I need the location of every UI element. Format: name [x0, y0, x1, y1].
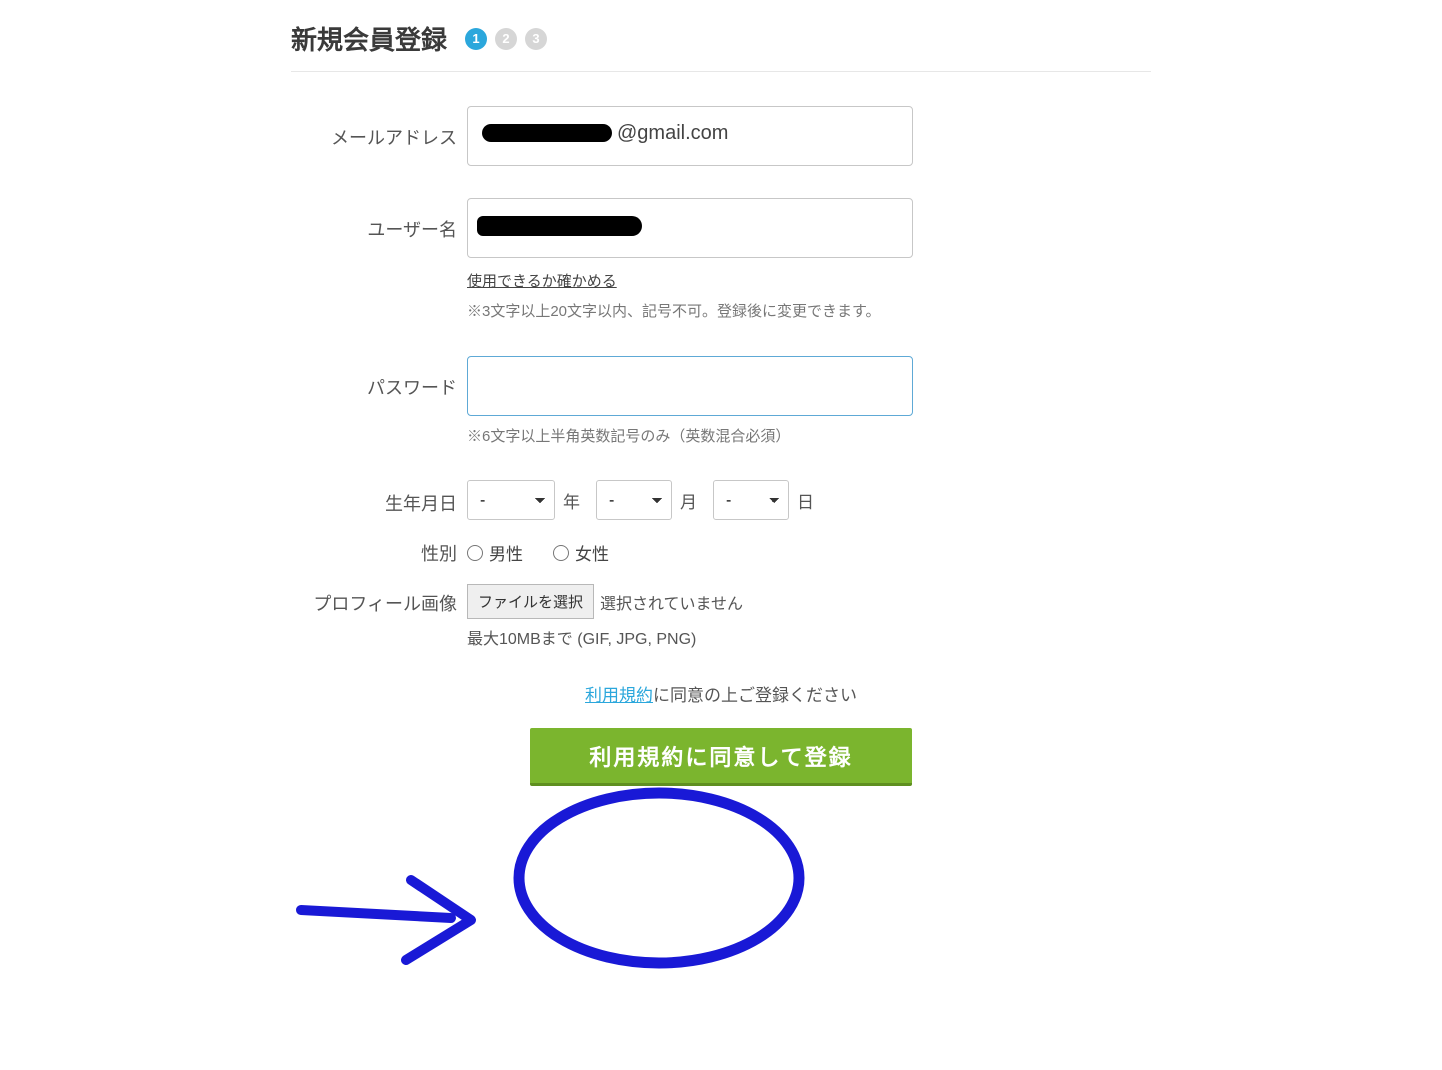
- file-choose-button[interactable]: ファイルを選択: [467, 584, 594, 619]
- step-1: 1: [465, 28, 487, 50]
- file-status-text: 選択されていません: [600, 590, 743, 614]
- username-field[interactable]: [467, 198, 913, 258]
- terms-suffix: に同意の上ご登録ください: [653, 686, 857, 705]
- email-label: メールアドレス: [291, 106, 467, 150]
- username-hint: ※3文字以上20文字以内、記号不可。登録後に変更できます。: [467, 301, 1151, 324]
- gender-female-radio[interactable]: [553, 545, 569, 561]
- day-select[interactable]: -: [713, 480, 789, 520]
- terms-link[interactable]: 利用規約: [585, 686, 653, 705]
- day-unit: 日: [797, 488, 814, 513]
- year-select[interactable]: -: [467, 480, 555, 520]
- page-title: 新規会員登録: [291, 20, 447, 57]
- month-unit: 月: [680, 488, 697, 513]
- check-availability-link[interactable]: 使用できるか確かめる: [467, 270, 617, 291]
- file-hint: 最大10MBまで (GIF, JPG, PNG): [467, 625, 1151, 649]
- gender-male-radio[interactable]: [467, 545, 483, 561]
- gender-female-option[interactable]: 女性: [553, 540, 609, 565]
- profile-image-label: プロフィール画像: [291, 584, 467, 616]
- submit-register-button[interactable]: 利用規約に同意して登録: [530, 728, 912, 786]
- step-2: 2: [495, 28, 517, 50]
- page-header: 新規会員登録 1 2 3: [291, 20, 1151, 72]
- email-visible-fragment: @gmail.com: [617, 122, 728, 145]
- year-unit: 年: [563, 488, 580, 513]
- gender-label: 性別: [291, 538, 467, 566]
- annotation-overlay: [291, 20, 1151, 1020]
- username-label: ユーザー名: [291, 198, 467, 242]
- password-hint: ※6文字以上半角英数記号のみ（英数混合必須）: [467, 426, 1151, 449]
- step-indicator: 1 2 3: [465, 28, 547, 50]
- gender-male-option[interactable]: 男性: [467, 540, 523, 565]
- gender-male-label: 男性: [489, 540, 523, 565]
- terms-agreement-line: 利用規約に同意の上ご登録ください: [291, 681, 1151, 706]
- month-select[interactable]: -: [596, 480, 672, 520]
- step-3: 3: [525, 28, 547, 50]
- gender-female-label: 女性: [575, 540, 609, 565]
- password-field[interactable]: [467, 356, 913, 416]
- birthdate-label: 生年月日: [291, 480, 467, 516]
- password-label: パスワード: [291, 356, 467, 400]
